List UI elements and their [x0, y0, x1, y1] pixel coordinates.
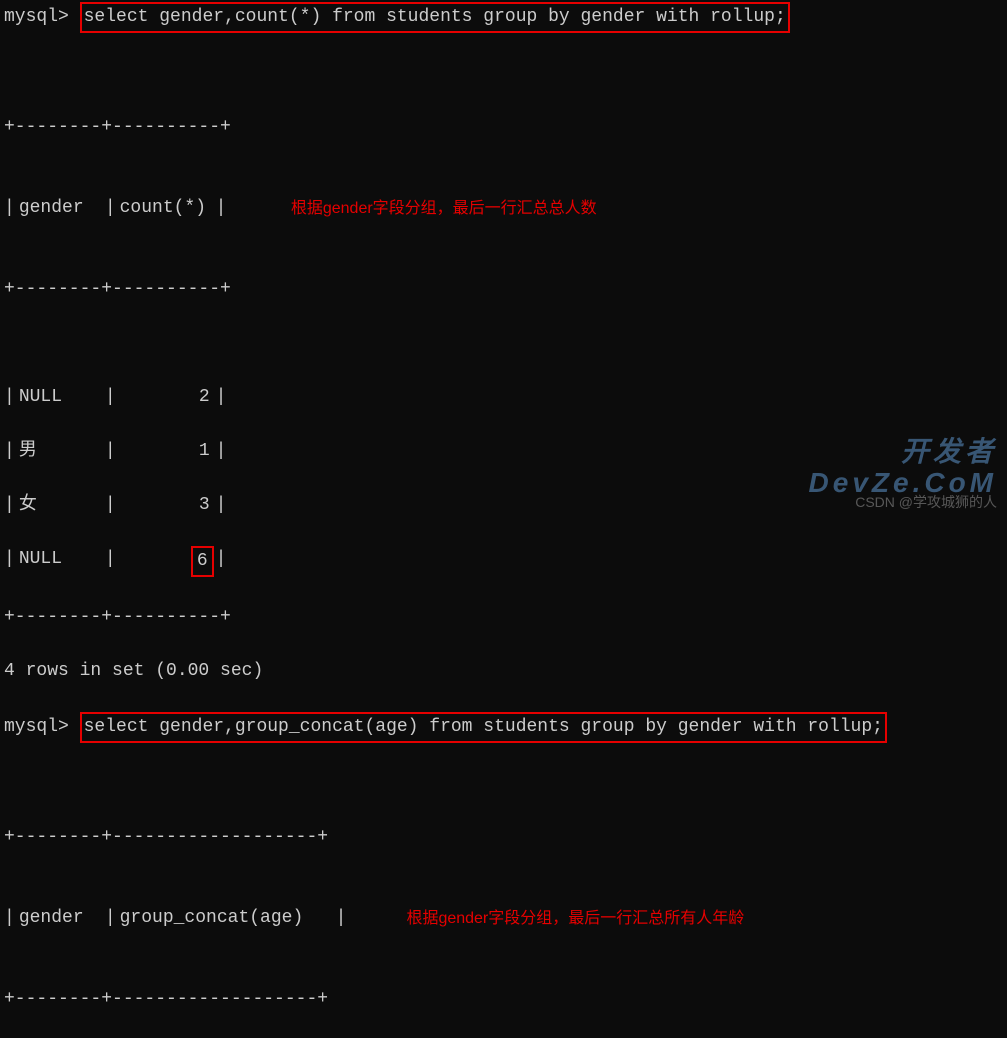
query1-rollup-highlight: 6: [116, 546, 216, 577]
table-separator: +--------+-------------------+: [4, 986, 346, 1013]
query2-sql: select gender,group_concat(age) from stu…: [84, 717, 883, 737]
query2-sql-highlight: select gender,group_concat(age) from stu…: [80, 712, 887, 743]
query2-line: mysql> select gender,group_concat(age) f…: [4, 712, 1003, 743]
table-separator: +--------+-------------------+: [4, 824, 346, 851]
table-row: |NULL|2|: [4, 384, 1003, 411]
query2-annotation: 根据gender字段分组，最后一行汇总所有人年龄: [406, 907, 744, 931]
mysql-prompt: mysql>: [4, 714, 69, 741]
query1-sql: select gender,count(*) from students gro…: [84, 7, 786, 27]
query1-annotation: 根据gender字段分组，最后一行汇总总人数: [291, 197, 597, 221]
table-row: |NULL|6|: [4, 546, 1003, 577]
query1-table: +--------+----------+ |gender|count(*)| …: [4, 33, 1003, 658]
table-separator: +--------+----------+: [4, 276, 231, 303]
watermark-csdn: CSDN @学攻城狮的人: [855, 492, 997, 513]
table-separator: +--------+----------+: [4, 604, 1003, 631]
query1-sql-highlight: select gender,count(*) from students gro…: [80, 2, 790, 33]
query2-table: +--------+-------------------+ |gender|g…: [4, 743, 1003, 1038]
query1-header-count: count(*): [116, 195, 216, 222]
watermark-brand: 开发者 DevZe.CoM: [809, 437, 997, 499]
table-separator: +--------+----------+: [4, 114, 231, 141]
query1-footer: 4 rows in set (0.00 sec): [4, 658, 1003, 685]
query2-header-concat: group_concat(age): [116, 905, 336, 932]
mysql-prompt: mysql>: [4, 4, 69, 31]
query1-header-gender: gender: [15, 195, 105, 222]
query2-header-gender: gender: [15, 905, 105, 932]
query1-line: mysql> select gender,count(*) from stude…: [4, 2, 1003, 33]
